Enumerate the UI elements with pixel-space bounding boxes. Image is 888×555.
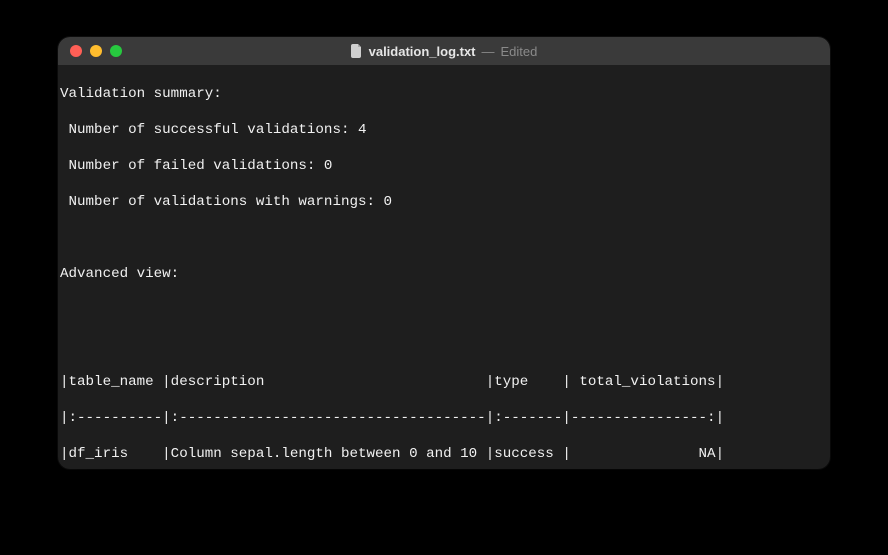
close-icon[interactable] (70, 45, 82, 57)
blank-line (60, 337, 828, 355)
table-header: |table_name |description |type | total_v… (60, 373, 828, 391)
title-separator: — (482, 44, 495, 59)
advanced-heading: Advanced view: (60, 265, 828, 283)
summary-success: Number of successful validations: 4 (60, 121, 828, 139)
title-group: validation_log.txt — Edited (58, 44, 830, 59)
table-row: |df_iris |Column sepal.length between 0 … (60, 445, 828, 463)
document-icon (351, 44, 363, 58)
minimize-icon[interactable] (90, 45, 102, 57)
zoom-icon[interactable] (110, 45, 122, 57)
titlebar: validation_log.txt — Edited (58, 37, 830, 65)
table-sep: |:----------|:--------------------------… (60, 409, 828, 427)
blank-line (60, 301, 828, 319)
title-status: Edited (501, 44, 538, 59)
summary-failed: Number of failed validations: 0 (60, 157, 828, 175)
summary-warn: Number of validations with warnings: 0 (60, 193, 828, 211)
title-filename: validation_log.txt (369, 44, 476, 59)
blank-line (60, 229, 828, 247)
editor-window: validation_log.txt — Edited Validation s… (58, 37, 830, 469)
window-controls (70, 45, 122, 57)
text-content[interactable]: Validation summary: Number of successful… (58, 65, 830, 469)
summary-heading: Validation summary: (60, 85, 828, 103)
